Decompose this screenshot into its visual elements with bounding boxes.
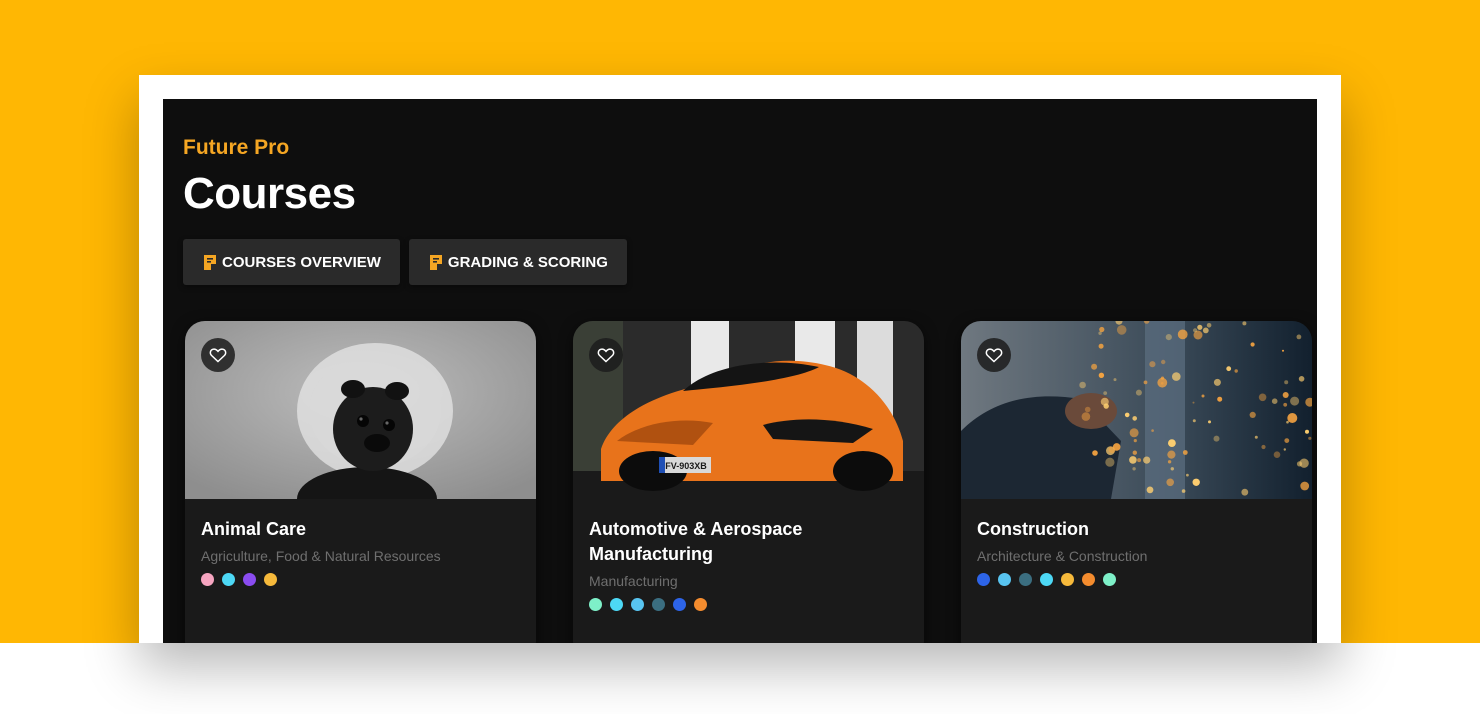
nav-tabs: COURSES OVERVIEW GRADING & SCORING [183,239,627,285]
favorite-button[interactable] [201,338,235,372]
color-dot [673,598,686,611]
color-dot [264,573,277,586]
course-category: Agriculture, Food & Natural Resources [201,548,441,564]
courses-app: Future Pro Courses COURSES OVERVIEW GRAD… [163,99,1317,643]
license-plate: FV-903XB [665,461,707,471]
color-dot [1082,573,1095,586]
color-dots [589,598,908,611]
color-dot [222,573,235,586]
courses-overview-label: COURSES OVERVIEW [222,253,381,271]
future-pro-icon [429,254,442,270]
courses-overview-button[interactable]: COURSES OVERVIEW [183,239,400,285]
color-dot [589,598,602,611]
course-title: Automotive & Aerospace Manufacturing [589,519,803,564]
course-title: Animal Care [201,519,307,539]
color-dot [1019,573,1032,586]
future-pro-icon [204,254,216,270]
course-card-construction[interactable]: Construction Architecture & Construction [961,321,1312,643]
heart-icon [209,348,227,363]
favorite-button[interactable] [589,338,623,372]
heart-icon [985,348,1003,363]
color-dot [1061,573,1074,586]
course-card-automotive[interactable]: FV-903XB Automotive & Aerospace Manufact… [573,321,924,643]
course-category: Manufacturing [589,573,678,589]
grading-scoring-button[interactable]: GRADING & SCORING [408,239,627,285]
color-dot [977,573,990,586]
color-dot [243,573,256,586]
color-dot [998,573,1011,586]
color-dot [631,598,644,611]
color-dot [652,598,665,611]
heart-icon [597,348,615,363]
orange-sports-car-photo: FV-903XB [573,321,924,499]
course-card-animal-care[interactable]: Animal Care Agriculture, Food & Natural … [185,321,536,643]
page-title: Courses [183,169,356,218]
pug-in-cone-photo [185,321,536,499]
color-dot [1103,573,1116,586]
welding-sparks-photo [961,321,1312,499]
grading-scoring-label: GRADING & SCORING [447,253,608,271]
color-dot [694,598,707,611]
brand-name: Future Pro [183,136,290,159]
course-category: Architecture & Construction [977,548,1148,564]
color-dots [201,573,520,586]
favorite-button[interactable] [977,338,1011,372]
color-dots [977,573,1296,586]
color-dot [610,598,623,611]
course-title: Construction [977,519,1089,539]
color-dot [1040,573,1053,586]
color-dot [201,573,214,586]
